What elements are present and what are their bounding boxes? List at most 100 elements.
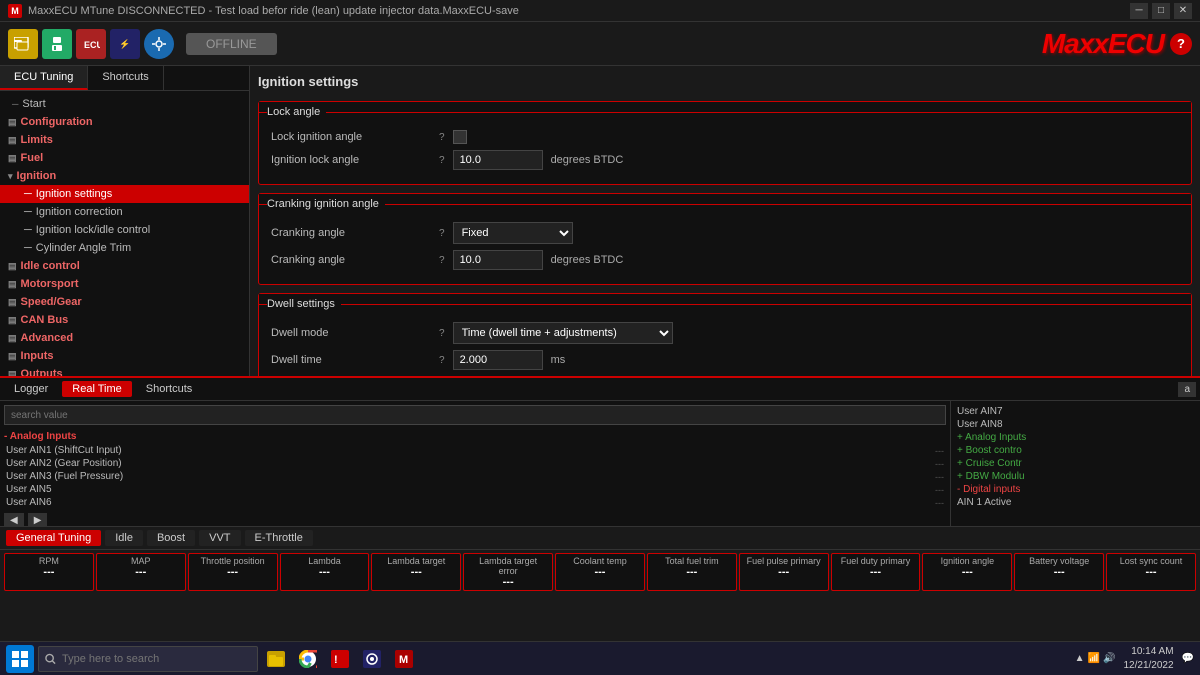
metric-throttle: Throttle position --- bbox=[188, 553, 278, 591]
lock-angle-header: Lock angle bbox=[259, 102, 1191, 122]
network-icon: ▲ bbox=[1075, 653, 1085, 664]
lock-angle-panel: Lock angle Lock ignition angle ? Ignitio… bbox=[258, 101, 1192, 185]
metric-ignition-angle: Ignition angle --- bbox=[922, 553, 1012, 591]
sidebar-item-can-bus[interactable]: ▤ CAN Bus bbox=[0, 311, 249, 329]
close-button[interactable]: ✕ bbox=[1174, 3, 1192, 19]
list-item: User AIN5 --- bbox=[4, 483, 946, 496]
sidebar-item-ignition-settings[interactable]: ─ Ignition settings bbox=[0, 185, 249, 203]
ignition-lock-angle-unit: degrees BTDC bbox=[551, 154, 624, 166]
status-tab-vvt[interactable]: VVT bbox=[199, 530, 240, 546]
cranking-angle-select[interactable]: Fixed bbox=[453, 222, 573, 244]
metric-ignition-angle-label: Ignition angle bbox=[929, 556, 1005, 566]
cranking-angle-2-unit: degrees BTDC bbox=[551, 254, 624, 266]
svg-text:M: M bbox=[399, 654, 408, 666]
sidebar-item-idle[interactable]: ▤ Idle control bbox=[0, 257, 249, 275]
logger-search-input[interactable] bbox=[4, 405, 946, 425]
metric-rpm-label: RPM bbox=[11, 556, 87, 566]
lock-ignition-checkbox[interactable] bbox=[453, 130, 467, 144]
logger-content: - Analog Inputs User AIN1 (ShiftCut Inpu… bbox=[0, 401, 1200, 526]
metric-total-fuel: Total fuel trim --- bbox=[647, 553, 737, 591]
metric-lost-sync-value: --- bbox=[1113, 566, 1189, 578]
sidebar-item-advanced[interactable]: ▤ Advanced bbox=[0, 329, 249, 347]
sidebar-item-configuration[interactable]: ▤ Configuration bbox=[0, 113, 249, 131]
metric-lambda-label: Lambda bbox=[287, 556, 363, 566]
open-icon[interactable] bbox=[8, 29, 38, 59]
cranking-angle-help[interactable]: ? bbox=[439, 228, 445, 239]
metric-throttle-label: Throttle position bbox=[195, 556, 271, 566]
notification-icon[interactable]: 💬 bbox=[1182, 653, 1194, 664]
taskbar-search-container bbox=[38, 646, 258, 672]
logger-expand-button[interactable]: a bbox=[1178, 382, 1196, 397]
status-tab-idle[interactable]: Idle bbox=[105, 530, 143, 546]
metric-throttle-value: --- bbox=[195, 566, 271, 578]
scroll-left-button[interactable]: ◀ bbox=[4, 513, 24, 526]
taskbar-search-input[interactable] bbox=[62, 646, 251, 672]
sidebar-item-outputs[interactable]: ▤ Outputs bbox=[0, 365, 249, 376]
taskbar-clock[interactable]: 10:14 AM 12/21/2022 bbox=[1123, 645, 1173, 673]
logger-list: - Analog Inputs User AIN1 (ShiftCut Inpu… bbox=[0, 401, 950, 526]
maximize-button[interactable]: □ bbox=[1152, 3, 1170, 19]
tab-ecu-tuning[interactable]: ECU Tuning bbox=[0, 66, 88, 90]
tab-logger[interactable]: Logger bbox=[4, 381, 58, 397]
minimize-button[interactable]: ─ bbox=[1130, 3, 1148, 19]
sidebar-item-inputs[interactable]: ▤ Inputs bbox=[0, 347, 249, 365]
connect-icon[interactable]: ⚡ bbox=[110, 29, 140, 59]
help-button[interactable]: ? bbox=[1170, 33, 1192, 55]
sidebar-item-ignition[interactable]: ▾ Ignition bbox=[0, 167, 249, 185]
metric-fuel-pulse-value: --- bbox=[746, 566, 822, 578]
taskbar-icon-5[interactable]: M bbox=[390, 645, 418, 673]
sidebar-item-start[interactable]: ─ Start bbox=[0, 95, 249, 113]
dwell-mode-label: Dwell mode bbox=[271, 327, 431, 339]
taskbar-file-manager[interactable] bbox=[262, 645, 290, 673]
dwell-mode-help[interactable]: ? bbox=[439, 328, 445, 339]
app-icon: M bbox=[8, 4, 22, 18]
cranking-angle-2-input[interactable] bbox=[453, 250, 543, 270]
list-item: User AIN3 (Fuel Pressure) --- bbox=[4, 470, 946, 483]
cranking-angle-label: Cranking angle bbox=[271, 227, 431, 239]
sidebar-item-speed-gear[interactable]: ▤ Speed/Gear bbox=[0, 293, 249, 311]
cranking-angle-2-help[interactable]: ? bbox=[439, 255, 445, 266]
ignition-lock-angle-help[interactable]: ? bbox=[439, 155, 445, 166]
status-metrics: RPM --- MAP --- Throttle position --- La… bbox=[0, 550, 1200, 594]
taskbar-icon-3[interactable]: ! bbox=[326, 645, 354, 673]
list-item: + Boost contro bbox=[955, 444, 1196, 457]
scroll-right-button[interactable]: ▶ bbox=[28, 513, 48, 526]
status-tab-general[interactable]: General Tuning bbox=[6, 530, 101, 546]
taskbar-right: ▲ 📶 🔊 10:14 AM 12/21/2022 💬 bbox=[1075, 645, 1194, 673]
status-tab-boost[interactable]: Boost bbox=[147, 530, 195, 546]
start-button[interactable] bbox=[6, 645, 34, 673]
sidebar-item-ignition-lock[interactable]: ─ Ignition lock/idle control bbox=[0, 221, 249, 239]
dwell-time-label: Dwell time bbox=[271, 354, 431, 366]
metric-battery-voltage: Battery voltage --- bbox=[1014, 553, 1104, 591]
dwell-mode-select[interactable]: Time (dwell time + adjustments) bbox=[453, 322, 673, 344]
dwell-settings-header: Dwell settings bbox=[259, 294, 1191, 314]
tab-shortcuts[interactable]: Shortcuts bbox=[136, 381, 202, 397]
sidebar-item-fuel[interactable]: ▤ Fuel bbox=[0, 149, 249, 167]
settings-icon[interactable] bbox=[144, 29, 174, 59]
metric-rpm: RPM --- bbox=[4, 553, 94, 591]
lock-ignition-help[interactable]: ? bbox=[439, 132, 445, 143]
logo-text: MaxxECU bbox=[1042, 28, 1164, 60]
metric-coolant-value: --- bbox=[562, 566, 638, 578]
list-item: User AIN1 (ShiftCut Input) --- bbox=[4, 444, 946, 457]
ignition-lock-angle-input[interactable] bbox=[453, 150, 543, 170]
taskbar-icon-4[interactable] bbox=[358, 645, 386, 673]
sidebar-item-ignition-correction[interactable]: ─ Ignition correction bbox=[0, 203, 249, 221]
sidebar-item-limits[interactable]: ▤ Limits bbox=[0, 131, 249, 149]
list-item: + Cruise Contr bbox=[955, 457, 1196, 470]
dwell-time-help[interactable]: ? bbox=[439, 355, 445, 366]
status-tab-ethrottle[interactable]: E-Throttle bbox=[245, 530, 313, 546]
content-area: Ignition settings Lock angle Lock igniti… bbox=[250, 66, 1200, 376]
metric-total-fuel-label: Total fuel trim bbox=[654, 556, 730, 566]
metric-lambda-error-label: Lambda target error bbox=[470, 556, 546, 576]
sidebar-item-motorsport[interactable]: ▤ Motorsport bbox=[0, 275, 249, 293]
save-icon[interactable] bbox=[42, 29, 72, 59]
tab-shortcuts[interactable]: Shortcuts bbox=[88, 66, 163, 90]
sidebar-item-cylinder-trim[interactable]: ─ Cylinder Angle Trim bbox=[0, 239, 249, 257]
ecu-icon[interactable]: ECU bbox=[76, 29, 106, 59]
dwell-time-input[interactable] bbox=[453, 350, 543, 370]
list-item: User AIN7 bbox=[955, 405, 1196, 418]
list-item: User AIN2 (Gear Position) --- bbox=[4, 457, 946, 470]
tab-real-time[interactable]: Real Time bbox=[62, 381, 132, 397]
taskbar-chrome[interactable] bbox=[294, 645, 322, 673]
